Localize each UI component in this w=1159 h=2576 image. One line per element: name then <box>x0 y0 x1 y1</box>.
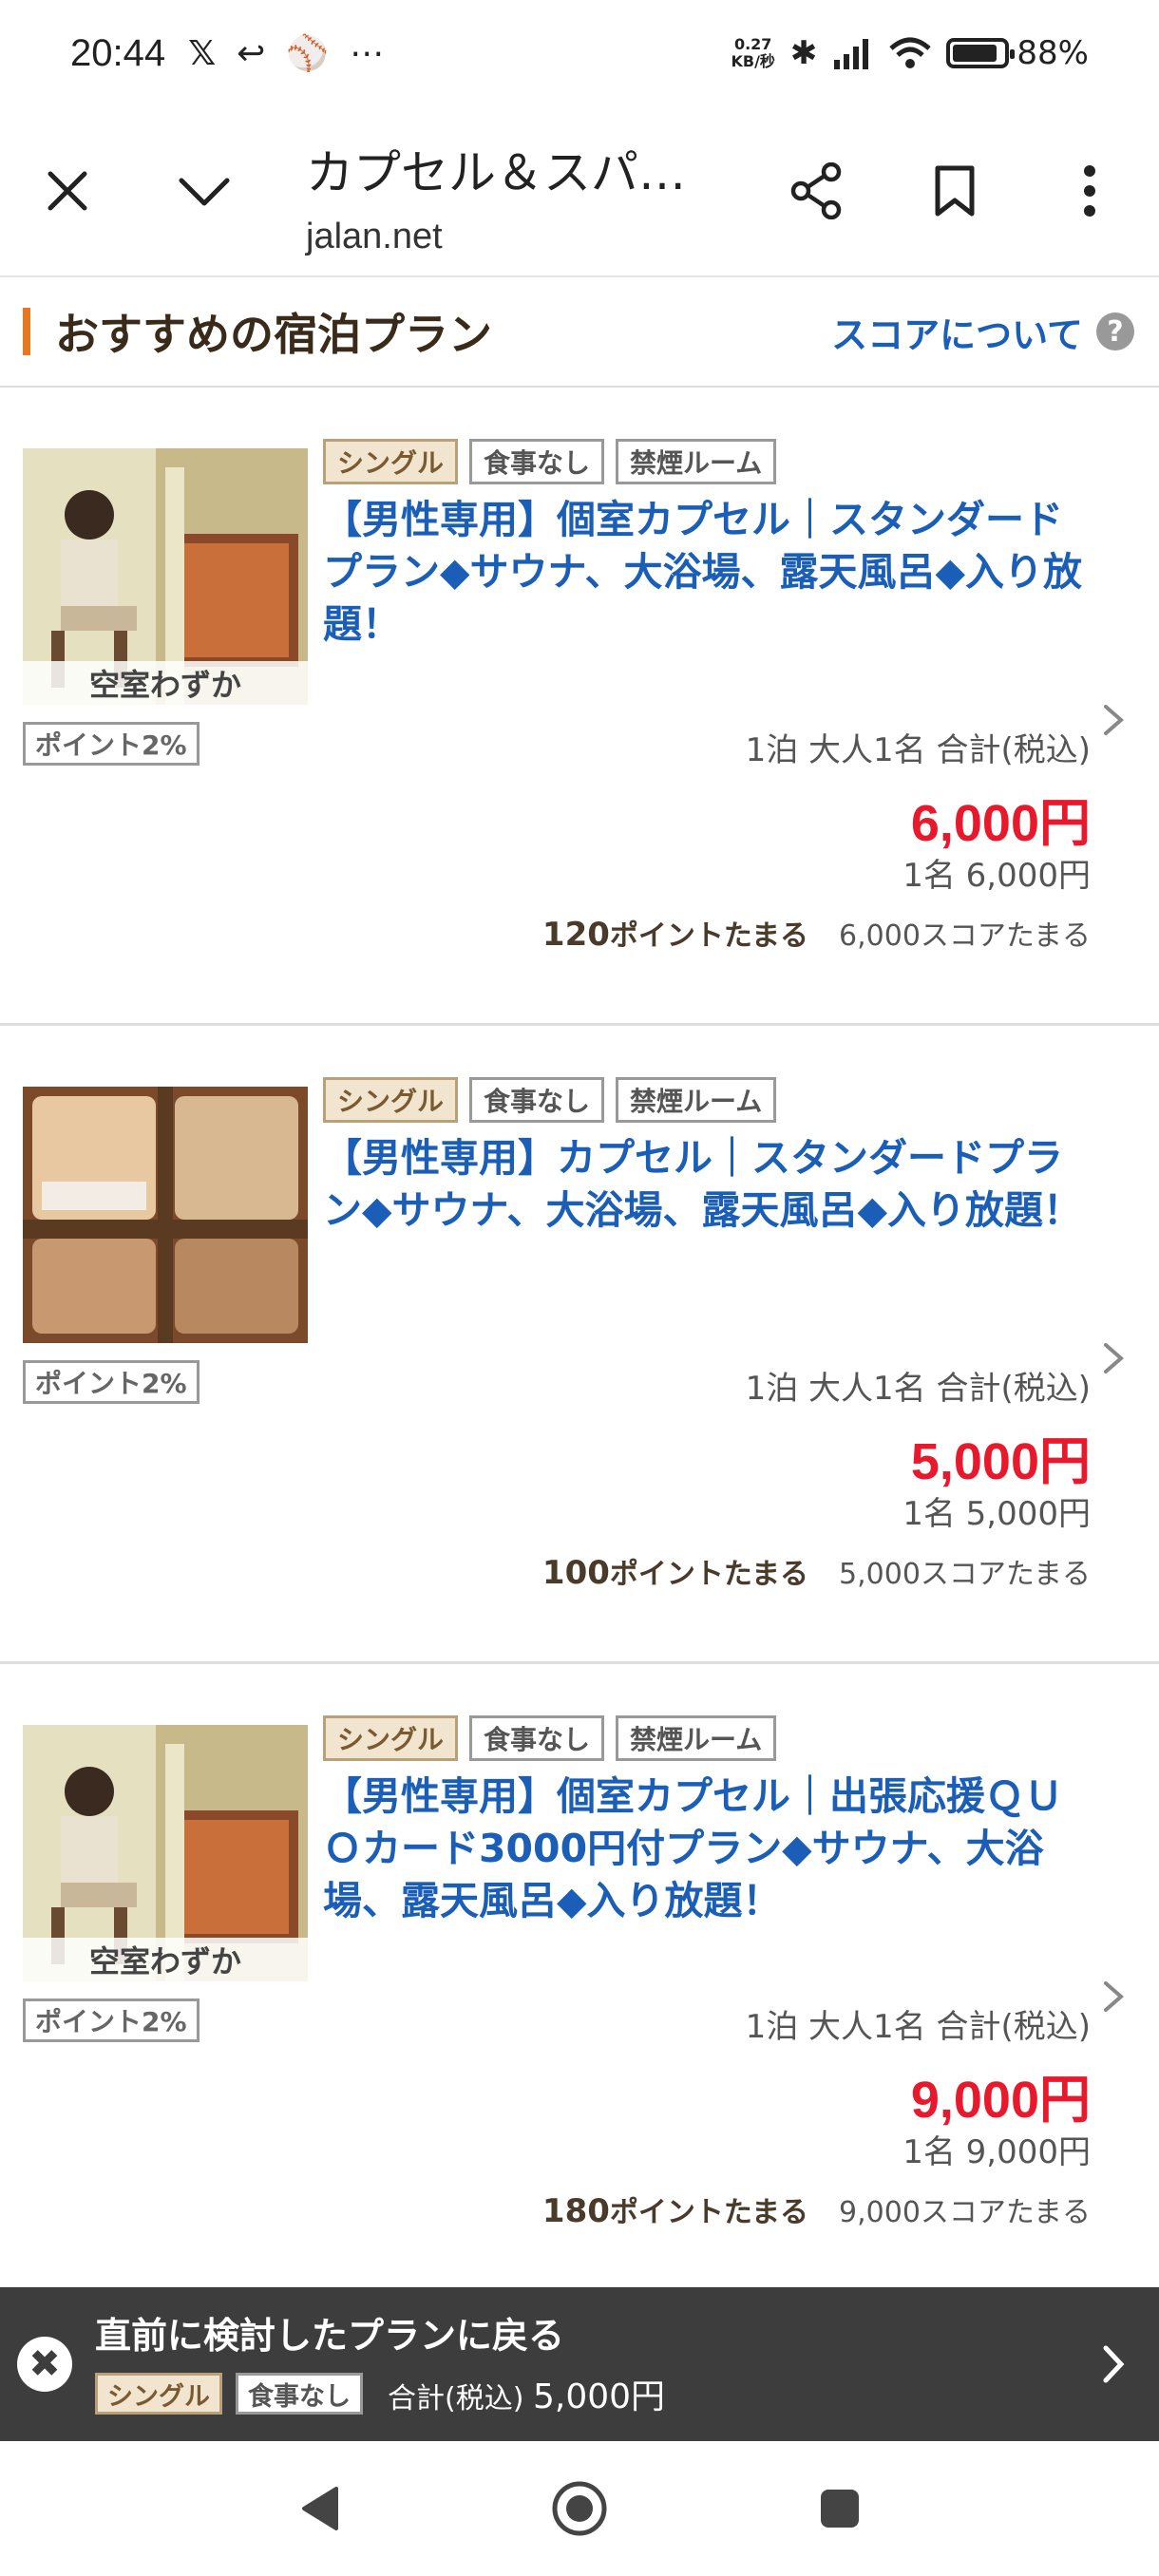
plan-price: 6,000円 <box>910 795 1091 852</box>
chevron-right-icon <box>1104 1981 1125 2012</box>
tag-no-meal: 食事なし <box>236 2373 363 2415</box>
plan-title-link[interactable]: 【男性専用】個室カプセル｜出張応援ＱＵＯカード3000円付プラン◆サウナ、大浴場… <box>323 1771 1083 1927</box>
points-rate-badge: ポイント2% <box>23 1998 200 2042</box>
chevron-down-icon <box>179 178 230 206</box>
x-app-icon: 𝕏 <box>188 33 217 73</box>
plan-card[interactable]: 空室わずか シングル 食事なし 禁煙ルーム 【男性専用】個室カプセル｜出張応援Ｑ… <box>0 1664 1159 2302</box>
about-score-link[interactable]: スコアについて <box>831 306 1083 358</box>
tag-single: シングル <box>95 2373 222 2415</box>
plan-tags: シングル 食事なし 禁煙ルーム <box>323 439 777 484</box>
points-rate-badge: ポイント2% <box>23 722 200 766</box>
price-condition: 1泊 大人1名 合計(税込) <box>745 2008 1091 2046</box>
score-earn: 6,000スコアたまる <box>839 919 1091 953</box>
chevron-right-icon <box>1104 705 1125 735</box>
bluetooth-icon: ✱ <box>789 34 818 72</box>
more-options-button[interactable] <box>1047 148 1132 234</box>
recent-plan-price: 合計(税込) 5,000円 <box>388 2377 666 2416</box>
close-icon <box>48 171 87 211</box>
tag-no-meal: 食事なし <box>469 1077 605 1123</box>
page-title: カプセル＆スパ… <box>306 145 686 200</box>
price-per-person: 1名 9,000円 <box>902 2133 1091 2171</box>
help-icon[interactable]: ? <box>1096 313 1134 350</box>
score-earn: 5,000スコアたまる <box>839 1558 1091 1591</box>
recents-button[interactable] <box>809 2478 870 2539</box>
reply-icon: ↩ <box>237 33 266 73</box>
close-tab-button[interactable] <box>25 148 110 234</box>
price-per-person: 1名 5,000円 <box>902 1495 1091 1533</box>
plan-card[interactable]: 空室わずか シングル 食事なし 禁煙ルーム 【男性専用】個室カプセル｜スタンダー… <box>0 388 1159 1026</box>
recent-plan-title: 直前に検討したプランに戻る <box>95 2315 565 2357</box>
home-circle-icon <box>552 2481 607 2536</box>
tag-single: シングル <box>323 1077 459 1123</box>
tag-single: シングル <box>323 439 459 484</box>
tag-non-smoking: 禁煙ルーム <box>616 1715 777 1761</box>
plan-image: 空室わずか <box>23 1725 308 1981</box>
price-condition: 1泊 大人1名 合計(税込) <box>745 1370 1091 1408</box>
close-banner-button[interactable]: ✖ <box>17 2337 72 2392</box>
points-rate-badge: ポイント2% <box>23 1360 200 1404</box>
recommended-plans-header: おすすめの宿泊プラン スコアについて ? <box>0 277 1159 388</box>
more-vert-icon <box>1084 165 1095 217</box>
points-earn: 120ポイントたまる <box>542 916 809 954</box>
price-condition: 1泊 大人1名 合計(税込) <box>745 731 1091 769</box>
tag-no-meal: 食事なし <box>469 439 605 484</box>
chevron-right-icon <box>1104 1343 1125 1373</box>
tag-non-smoking: 禁煙ルーム <box>616 1077 777 1123</box>
plan-title-link[interactable]: 【男性専用】カプセル｜スタンダードプラン◆サウナ、大浴場、露天風呂◆入り放題！ <box>323 1132 1083 1237</box>
bookmark-button[interactable] <box>912 148 998 234</box>
recent-plan-info: シングル 食事なし 合計(税込) 5,000円 <box>95 2369 665 2418</box>
plan-price: 5,000円 <box>910 1433 1091 1490</box>
section-accent-bar <box>23 308 30 355</box>
share-button[interactable] <box>773 148 859 234</box>
custom-tab-toolbar: カプセル＆スパ… jalan.net <box>0 106 1159 277</box>
network-speed: 0.27 KB/秒 <box>731 35 775 70</box>
home-button[interactable] <box>549 2478 610 2539</box>
battery-indicator: 88% <box>946 34 1089 72</box>
tag-single: シングル <box>323 1715 459 1761</box>
earn-info: 180ポイントたまる 9,000スコアたまる <box>542 2188 1091 2230</box>
more-notifications-icon: ⋯ <box>350 33 385 73</box>
score-earn: 9,000スコアたまる <box>839 2196 1091 2229</box>
plan-title-link[interactable]: 【男性専用】個室カプセル｜スタンダードプラン◆サウナ、大浴場、露天風呂◆入り放題… <box>323 494 1083 651</box>
status-bar: 20:44 𝕏 ↩ ⚾ ⋯ 0.27 KB/秒 ✱ 88% <box>0 0 1159 106</box>
back-triangle-icon <box>302 2487 338 2530</box>
minimize-tab-button[interactable] <box>162 148 247 234</box>
section-title: おすすめの宿泊プラン <box>55 309 492 360</box>
price-per-person: 1名 6,000円 <box>902 857 1091 895</box>
page-domain: jalan.net <box>306 217 443 256</box>
page-title-area: カプセル＆スパ… jalan.net <box>306 135 686 257</box>
recent-plan-banner[interactable]: ✖ 直前に検討したプランに戻る シングル 食事なし 合計(税込) 5,000円 <box>0 2287 1159 2441</box>
vacancy-badge: 空室わずか <box>23 1938 308 1981</box>
plan-image <box>23 1087 308 1343</box>
vacancy-badge: 空室わずか <box>23 661 308 705</box>
back-button[interactable] <box>289 2478 350 2539</box>
points-earn: 180ポイントたまる <box>542 2192 809 2230</box>
tag-no-meal: 食事なし <box>469 1715 605 1761</box>
status-time: 20:44 <box>70 31 166 74</box>
wifi-icon <box>889 37 932 68</box>
earn-info: 120ポイントたまる 6,000スコアたまる <box>542 912 1091 954</box>
system-nav-bar <box>0 2441 1159 2576</box>
plan-card[interactable]: シングル 食事なし 禁煙ルーム 【男性専用】カプセル｜スタンダードプラン◆サウナ… <box>0 1026 1159 1664</box>
recents-square-icon <box>821 2490 859 2528</box>
tag-non-smoking: 禁煙ルーム <box>616 439 777 484</box>
plan-tags: シングル 食事なし 禁煙ルーム <box>323 1077 777 1123</box>
share-icon <box>790 162 842 219</box>
plan-tags: シングル 食事なし 禁煙ルーム <box>323 1715 777 1761</box>
earn-info: 100ポイントたまる 5,000スコアたまる <box>542 1550 1091 1592</box>
signal-icon <box>834 39 869 69</box>
battery-icon <box>946 38 1016 68</box>
chevron-right-icon <box>1103 2345 1125 2383</box>
baseball-icon: ⚾ <box>286 34 330 73</box>
bookmark-icon <box>935 165 975 217</box>
points-earn: 100ポイントたまる <box>542 1554 809 1592</box>
plan-price: 9,000円 <box>910 2072 1091 2129</box>
plan-image: 空室わずか <box>23 448 308 705</box>
